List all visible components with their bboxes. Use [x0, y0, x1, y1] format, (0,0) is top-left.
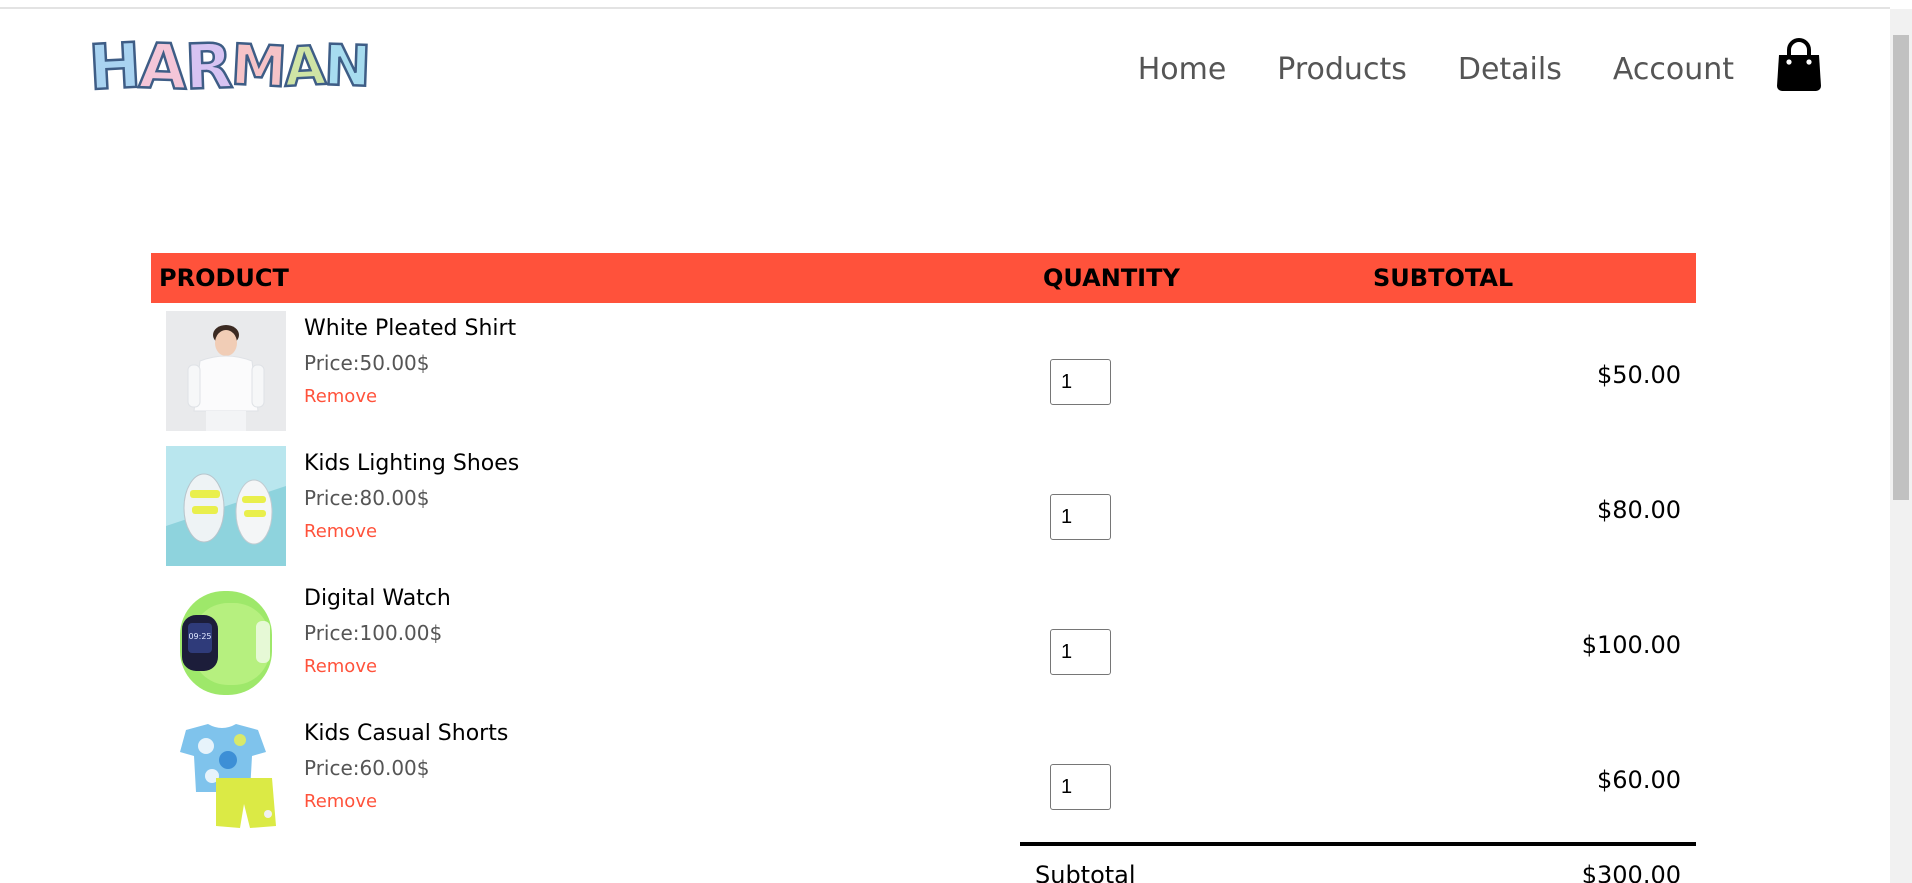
product-price: Price:100.00$ — [304, 621, 443, 645]
line-subtotal: $50.00 — [1597, 361, 1681, 389]
product-info: Kids Casual Shorts Price:60.00$ Remove — [304, 718, 508, 818]
subtotal-value: $300.00 — [1581, 861, 1681, 883]
header-subtotal: SUBTOTAL — [1373, 264, 1514, 292]
subtotal-label: Subtotal — [1035, 861, 1136, 883]
header-quantity: QUANTITY — [1043, 264, 1180, 292]
header-product: PRODUCT — [159, 264, 289, 292]
product-info: White Pleated Shirt Price:50.00$ Remove — [304, 313, 516, 413]
product-image-white-shirt — [166, 311, 286, 431]
quantity-input[interactable] — [1050, 764, 1111, 810]
product-name: Kids Lighting Shoes — [304, 451, 520, 476]
product-image-casual-shorts — [166, 716, 286, 836]
product-name: Digital Watch — [304, 586, 451, 611]
remove-link[interactable]: Remove — [304, 381, 377, 413]
vertical-scrollbar[interactable] — [1890, 9, 1912, 883]
scrollbar-thumb[interactable] — [1893, 35, 1909, 500]
svg-text:09:25: 09:25 — [188, 632, 211, 641]
cart-totals: Subtotal $300.00 — [1020, 842, 1696, 883]
nav-account[interactable]: Account — [1613, 52, 1734, 87]
cart-row: Kids Lighting Shoes Price:80.00$ Remove … — [151, 438, 1696, 573]
cart-table: PRODUCT QUANTITY SUBTOTAL White Pleated … — [151, 253, 1696, 843]
quantity-input[interactable] — [1050, 494, 1111, 540]
cart-table-header: PRODUCT QUANTITY SUBTOTAL — [151, 253, 1696, 303]
harman-logo[interactable]: HARMAN — [86, 27, 372, 105]
nav-home[interactable]: Home — [1138, 52, 1227, 87]
product-name: Kids Casual Shorts — [304, 721, 509, 746]
nav-details[interactable]: Details — [1458, 52, 1562, 87]
product-name: White Pleated Shirt — [304, 316, 517, 341]
browser-top-border — [0, 0, 1890, 9]
cart-row: Kids Casual Shorts Price:60.00$ Remove $… — [151, 708, 1696, 843]
product-info: Kids Lighting Shoes Price:80.00$ Remove — [304, 448, 519, 548]
product-price: Price:60.00$ — [304, 756, 430, 780]
product-info: Digital Watch Price:100.00$ Remove — [304, 583, 451, 683]
shopping-bag-icon[interactable] — [1776, 38, 1822, 92]
remove-link[interactable]: Remove — [304, 651, 377, 683]
product-price: Price:80.00$ — [304, 486, 430, 510]
line-subtotal: $80.00 — [1597, 496, 1681, 524]
cart-row: 09:25 Digital Watch Price:100.00$ Remove… — [151, 573, 1696, 708]
quantity-input[interactable] — [1050, 629, 1111, 675]
product-image-lighting-shoes — [166, 446, 286, 566]
remove-link[interactable]: Remove — [304, 516, 377, 548]
nav-products[interactable]: Products — [1277, 52, 1407, 87]
main-nav: Home Products Details Account — [1138, 52, 1734, 87]
line-subtotal: $100.00 — [1581, 631, 1681, 659]
cart-row: White Pleated Shirt Price:50.00$ Remove … — [151, 303, 1696, 438]
product-price: Price:50.00$ — [304, 351, 430, 375]
line-subtotal: $60.00 — [1597, 766, 1681, 794]
quantity-input[interactable] — [1050, 359, 1111, 405]
remove-link[interactable]: Remove — [304, 786, 377, 818]
product-image-digital-watch: 09:25 — [166, 581, 286, 701]
